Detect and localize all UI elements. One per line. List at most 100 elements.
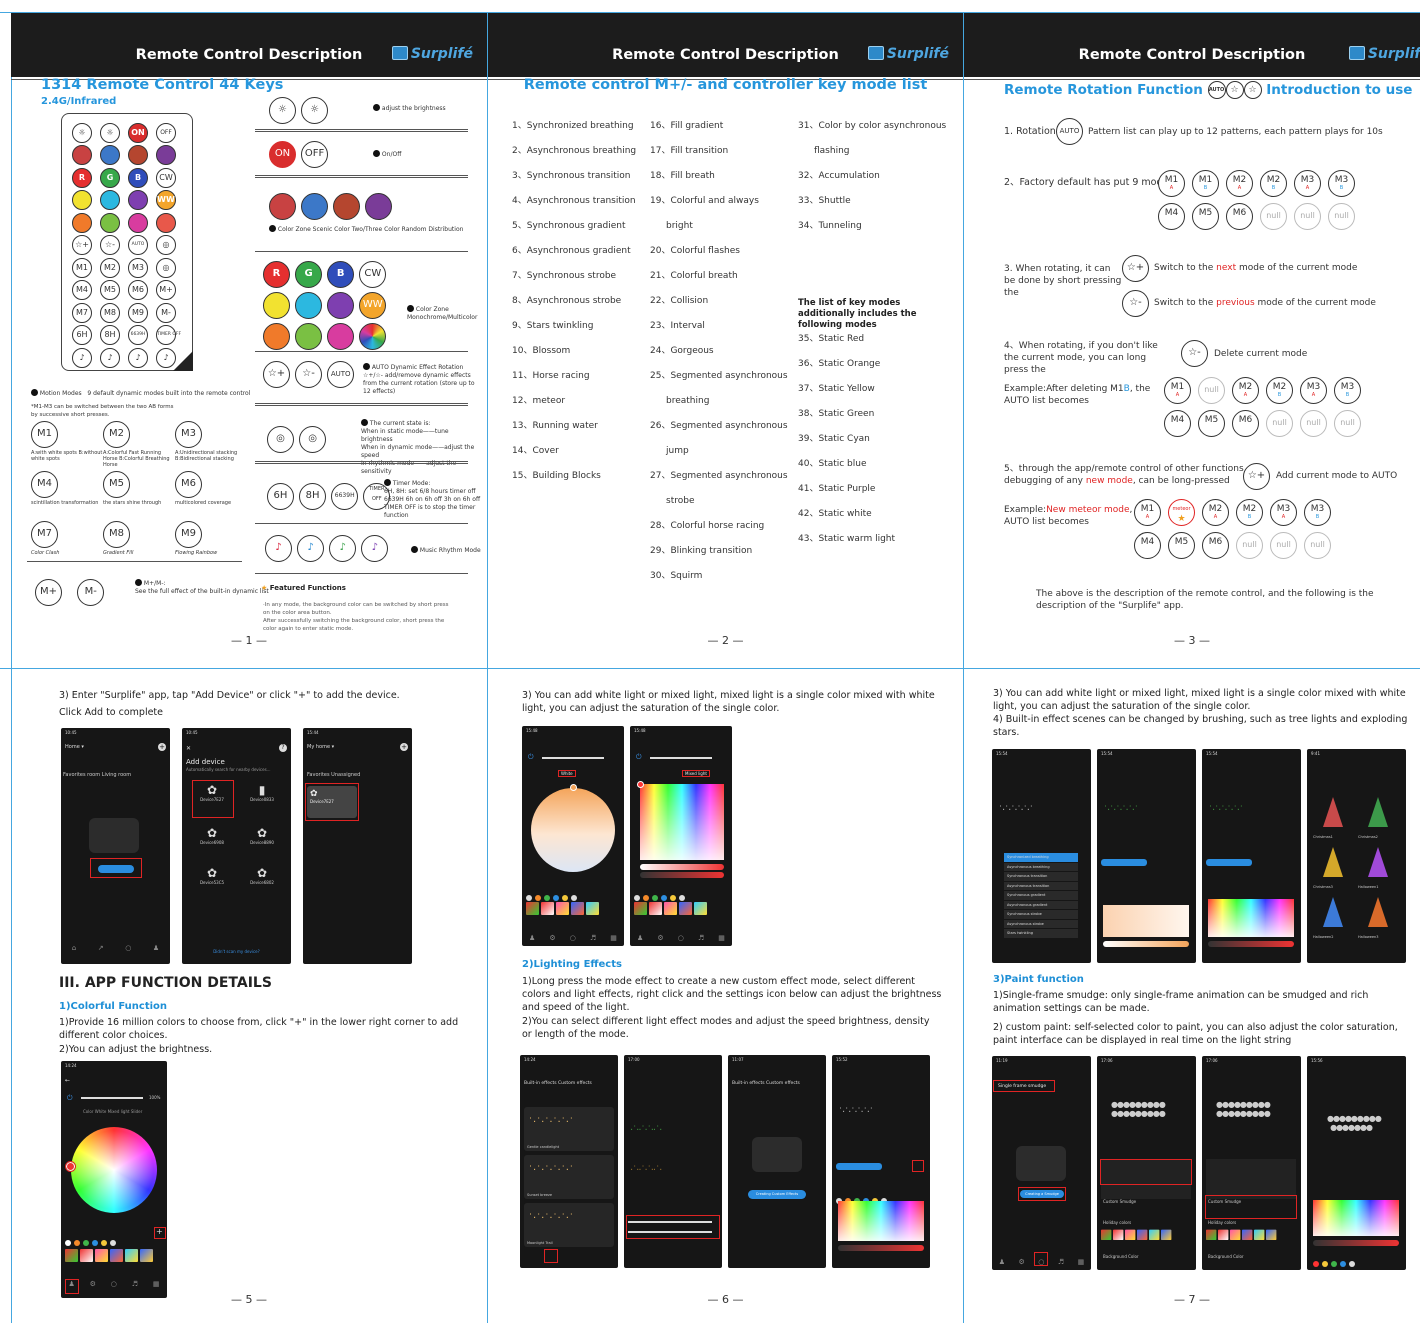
mode-key[interactable]: M9	[175, 521, 202, 548]
tree-scene[interactable]: Halloween1	[1356, 843, 1400, 891]
white-picker[interactable]	[1103, 905, 1189, 937]
remote-key[interactable]: AUTO	[128, 235, 148, 255]
remote-key[interactable]: B	[128, 167, 148, 188]
remote-key[interactable]: ♪	[72, 347, 92, 368]
led-grid[interactable]: ●●●●●●●●● ●●●●●●●●●	[1216, 1100, 1286, 1118]
room-tabs[interactable]: Favorites Unassigned	[307, 772, 360, 778]
mode-option[interactable]: Asynchronous gradient	[1004, 900, 1078, 909]
room-tabs[interactable]: Favorites room Living room	[63, 772, 131, 778]
saturation-slider[interactable]	[1208, 941, 1294, 947]
remote-key[interactable]	[156, 212, 176, 233]
remote-key[interactable]: 6639H	[128, 325, 148, 345]
mode-key[interactable]: M5	[103, 471, 130, 498]
mixed-tab[interactable]: Mixed light	[682, 770, 710, 777]
remote-key[interactable]: ☆-	[100, 235, 120, 255]
led-grid[interactable]: ●●●●●●●●● ●●●●●●●●●	[1111, 1100, 1181, 1118]
color-picker[interactable]	[1208, 899, 1294, 937]
mode-pill[interactable]	[836, 1163, 882, 1170]
mode-key[interactable]: M8	[103, 521, 130, 548]
tree-scene[interactable]: Christmas2	[1356, 793, 1400, 841]
remote-key[interactable]	[128, 145, 148, 165]
remote-key[interactable]: M6	[128, 280, 148, 300]
remote-key[interactable]: ◎	[156, 257, 176, 278]
brightness-slider[interactable]	[650, 757, 712, 759]
led-grid[interactable]: ●●●●●●●●● ●●●●●●●	[1327, 1114, 1403, 1132]
temperature-slider[interactable]	[1103, 941, 1189, 947]
device-tile[interactable]: ✿ Device6908	[194, 826, 230, 858]
mode-pill[interactable]	[1206, 859, 1252, 866]
saturation-slider[interactable]	[838, 1245, 924, 1251]
color-picker[interactable]	[838, 1201, 924, 1241]
remote-key[interactable]	[156, 145, 176, 165]
mode-key[interactable]: M2	[103, 421, 130, 448]
remote-key[interactable]: ON	[128, 122, 148, 143]
preset-dots[interactable]	[1313, 1252, 1358, 1270]
remote-key[interactable]: M1	[72, 257, 92, 278]
remote-key[interactable]: TIMER OFF	[156, 325, 181, 345]
remote-key[interactable]: M2	[100, 257, 120, 278]
white-tab[interactable]: White	[558, 770, 576, 777]
device-tile[interactable]: ✿ Device53C5	[194, 866, 230, 898]
close-icon[interactable]: ✕	[186, 745, 191, 752]
not-found-link[interactable]: Didn't scan my device?	[182, 949, 291, 954]
tab-bar[interactable]: ♟ ⚙ ○ ♬ ▦	[630, 934, 732, 942]
saturation-slider[interactable]	[640, 864, 724, 870]
remote-key[interactable]: OFF	[156, 122, 176, 143]
remote-key[interactable]	[100, 145, 120, 165]
gradient-presets[interactable]	[634, 900, 709, 919]
color-picker[interactable]	[640, 784, 724, 860]
mode-option[interactable]: Asynchronous strobe	[1004, 919, 1078, 928]
device-tile[interactable]: ▮ Device0833	[244, 783, 280, 815]
remote-key[interactable]: M8	[100, 302, 120, 323]
remote-key[interactable]	[72, 145, 92, 165]
effect-card[interactable]: ˙·˙·˙·˙·˙·˙ Sunset breeze	[524, 1155, 614, 1199]
mode-option[interactable]: Asynchronous transition	[1004, 881, 1078, 890]
mode-option[interactable]: Synchronous strobe	[1004, 910, 1078, 919]
remote-key[interactable]: M9	[128, 302, 148, 323]
effect-card[interactable]: ˙·˙·˙·˙·˙·˙ Moonlight Trail	[524, 1203, 614, 1247]
home-menu[interactable]: My home ▾	[307, 744, 334, 750]
tree-scene[interactable]: Christmas1	[1311, 793, 1355, 841]
tree-scene[interactable]: Halloween3	[1356, 893, 1400, 941]
add-color-icon[interactable]: +	[156, 1227, 163, 1236]
remote-key[interactable]: ♪	[100, 347, 120, 368]
gradient-presets[interactable]	[65, 1247, 155, 1266]
remote-key[interactable]: G	[100, 167, 120, 188]
effect-card[interactable]: ˙·˙·˙·˙·˙·˙ Gentle candlelight	[524, 1107, 614, 1151]
color-wheel[interactable]	[71, 1127, 157, 1213]
mode-option[interactable]: Synchronous gradient	[1004, 891, 1078, 900]
remote-key[interactable]: 6H	[72, 325, 92, 345]
mode-key[interactable]: M3	[175, 421, 202, 448]
power-icon[interactable]: ⏻	[67, 1094, 73, 1103]
power-icon[interactable]: ⏻	[528, 753, 534, 762]
tree-scenes[interactable]: Christmas1 Christmas2 Christmas3 Halloween1…	[1311, 793, 1403, 943]
mode-option[interactable]: Stars twinkling	[1004, 929, 1078, 938]
remote-key[interactable]: ◎	[156, 235, 176, 255]
tool-panel[interactable]	[1206, 1159, 1296, 1199]
remote-key[interactable]: M3	[128, 257, 148, 278]
back-icon[interactable]: ←	[65, 1077, 70, 1084]
brightness-slider[interactable]	[542, 757, 604, 759]
mode-option[interactable]: Synchronized breathing	[1004, 853, 1078, 862]
mix-slider[interactable]	[640, 872, 724, 878]
wheel-handle[interactable]	[570, 784, 577, 791]
remote-key[interactable]: ☆+	[72, 235, 92, 255]
remote-key[interactable]	[72, 212, 92, 233]
home-menu[interactable]: Home ▾	[65, 744, 84, 750]
remote-key[interactable]: M4	[72, 280, 92, 300]
remote-key[interactable]	[128, 190, 148, 210]
brightness-slider[interactable]	[81, 1097, 143, 1099]
remote-key[interactable]: 8H	[100, 325, 120, 345]
remote-key[interactable]	[100, 212, 120, 233]
tab-bar[interactable]: ♟ ⚙ ○ ♬ ▦	[522, 934, 624, 942]
mode-key[interactable]: M6	[175, 471, 202, 498]
remote-key[interactable]: ☼	[100, 122, 120, 143]
remote-key[interactable]: M-	[156, 302, 176, 323]
device-tile[interactable]: ✿ Device8890	[244, 826, 280, 858]
help-icon[interactable]: ?	[279, 744, 287, 752]
mode-tabs[interactable]: Color White Mixed light Slider	[83, 1109, 142, 1114]
mode-dropdown[interactable]: Synchronized breathing Asynchronous breat…	[1004, 853, 1078, 939]
mode-pill[interactable]	[1101, 859, 1147, 866]
power-icon[interactable]: ⏻	[636, 753, 642, 762]
effects-tabs[interactable]: Built-in effects Custom effects	[732, 1081, 800, 1086]
